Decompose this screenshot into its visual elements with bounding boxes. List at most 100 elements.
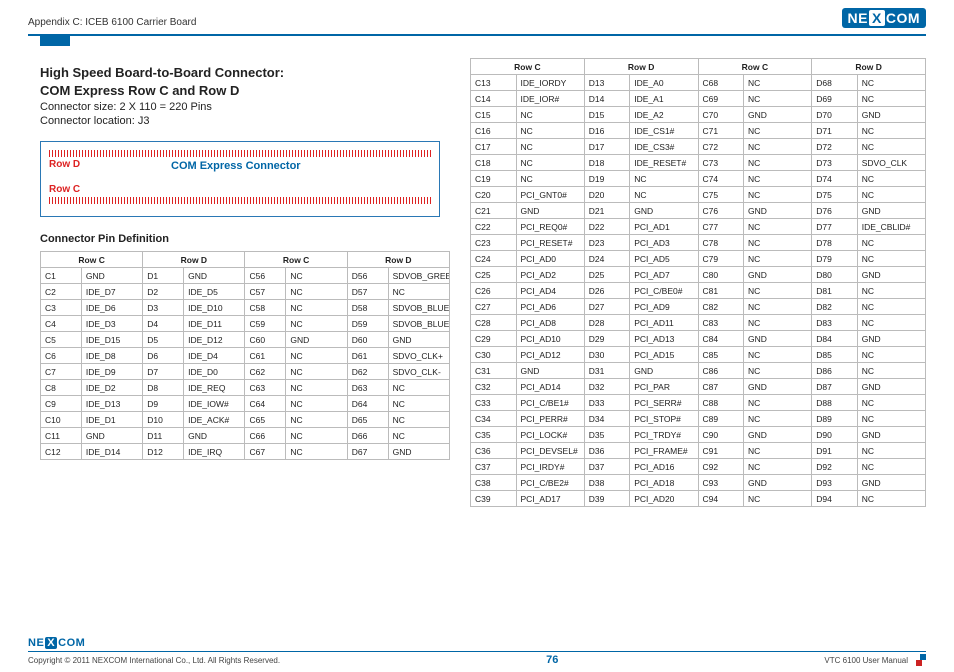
table-cell: D19: [584, 171, 630, 187]
table-cell: NC: [744, 363, 812, 379]
table-cell: GND: [744, 475, 812, 491]
table-row: C32PCI_AD14D32PCI_PARC87GNDD87GND: [471, 379, 926, 395]
table-row: C26PCI_AD4D26PCI_C/BE0#C81NCD81NC: [471, 283, 926, 299]
table-cell: C65: [245, 412, 286, 428]
table-cell: PCI_AD16: [630, 459, 698, 475]
table-cell: D72: [812, 139, 858, 155]
logo-part-left: NE: [848, 10, 868, 26]
table-cell: PCI_C/BE1#: [516, 395, 584, 411]
table-cell: PCI_AD12: [516, 347, 584, 363]
table-cell: D15: [584, 107, 630, 123]
footer-rule: [28, 651, 926, 653]
table-cell: D37: [584, 459, 630, 475]
table-cell: GND: [388, 444, 449, 460]
footer-logo-right: COM: [58, 637, 85, 649]
footer-logo-left: NE: [28, 637, 44, 649]
table-row: C16NCD16IDE_CS1#C71NCD71NC: [471, 123, 926, 139]
table-cell: C1: [41, 268, 82, 284]
table-cell: D6: [143, 348, 184, 364]
table-cell: PCI_AD10: [516, 331, 584, 347]
table-cell: C82: [698, 299, 744, 315]
table-row: C19NCD19NCC74NCD74NC: [471, 171, 926, 187]
table-cell: C78: [698, 235, 744, 251]
table-cell: NC: [286, 412, 347, 428]
table-cell: IDE_D4: [184, 348, 245, 364]
table-cell: C26: [471, 283, 517, 299]
table-cell: IDE_D9: [81, 364, 142, 380]
table-cell: D4: [143, 316, 184, 332]
footer-logo-x: X: [45, 637, 57, 649]
table-cell: NC: [744, 411, 812, 427]
table-cell: D59: [347, 316, 388, 332]
table-cell: D36: [584, 443, 630, 459]
table-cell: IDE_ACK#: [184, 412, 245, 428]
table-cell: IDE_D8: [81, 348, 142, 364]
table-cell: D69: [812, 91, 858, 107]
table-cell: C20: [471, 187, 517, 203]
table-cell: PCI_AD18: [630, 475, 698, 491]
table-cell: IDE_A2: [630, 107, 698, 123]
table-cell: D30: [584, 347, 630, 363]
table-cell: C24: [471, 251, 517, 267]
table-cell: C64: [245, 396, 286, 412]
table-cell: SDVOB_GREEN-: [388, 268, 449, 284]
table-cell: D7: [143, 364, 184, 380]
table-cell: C9: [41, 396, 82, 412]
table-cell: D83: [812, 315, 858, 331]
table-row: C13IDE_IORDYD13IDE_A0C68NCD68NC: [471, 75, 926, 91]
table-cell: C90: [698, 427, 744, 443]
table-cell: GND: [744, 107, 812, 123]
table-cell: D38: [584, 475, 630, 491]
table-cell: C32: [471, 379, 517, 395]
column-header: Row D: [584, 59, 698, 75]
table-cell: C73: [698, 155, 744, 171]
table-row: C7IDE_D9D7IDE_D0C62NCD62SDVO_CLK-: [41, 364, 450, 380]
table-cell: D20: [584, 187, 630, 203]
table-cell: SDVOB_BLUE+: [388, 300, 449, 316]
table-cell: NC: [857, 139, 925, 155]
table-cell: D26: [584, 283, 630, 299]
connector-size: Connector size: 2 X 110 = 220 Pins: [40, 101, 450, 113]
page-number: 76: [546, 654, 558, 666]
table-cell: PCI_AD3: [630, 235, 698, 251]
table-cell: PCI_AD5: [630, 251, 698, 267]
table-cell: NC: [857, 171, 925, 187]
table-cell: PCI_AD0: [516, 251, 584, 267]
table-cell: D56: [347, 268, 388, 284]
table-cell: D29: [584, 331, 630, 347]
table-cell: D8: [143, 380, 184, 396]
table-row: C9IDE_D13D9IDE_IOW#C64NCD64NC: [41, 396, 450, 412]
table-cell: NC: [286, 428, 347, 444]
table-cell: NC: [388, 284, 449, 300]
table-cell: NC: [516, 155, 584, 171]
table-cell: NC: [744, 459, 812, 475]
table-cell: D39: [584, 491, 630, 507]
table-cell: PCI_AD7: [630, 267, 698, 283]
table-row: C3IDE_D6D3IDE_D10C58NCD58SDVOB_BLUE+: [41, 300, 450, 316]
table-cell: D58: [347, 300, 388, 316]
table-cell: GND: [744, 267, 812, 283]
table-cell: PCI_AD11: [630, 315, 698, 331]
table-cell: NC: [516, 171, 584, 187]
table-cell: C57: [245, 284, 286, 300]
table-cell: IDE_D5: [184, 284, 245, 300]
table-cell: D33: [584, 395, 630, 411]
table-cell: NC: [388, 380, 449, 396]
table-cell: D3: [143, 300, 184, 316]
table-cell: C69: [698, 91, 744, 107]
table-cell: NC: [744, 187, 812, 203]
table-cell: IDE_D11: [184, 316, 245, 332]
column-header: Row C: [471, 59, 585, 75]
table-cell: C59: [245, 316, 286, 332]
table-cell: PCI_AD13: [630, 331, 698, 347]
table-cell: NC: [857, 491, 925, 507]
table-cell: C11: [41, 428, 82, 444]
table-row: C25PCI_AD2D25PCI_AD7C80GNDD80GND: [471, 267, 926, 283]
table-cell: C66: [245, 428, 286, 444]
table-cell: PCI_IRDY#: [516, 459, 584, 475]
table-row: C14IDE_IOR#D14IDE_A1C69NCD69NC: [471, 91, 926, 107]
table-cell: IDE_D14: [81, 444, 142, 460]
table-cell: C79: [698, 251, 744, 267]
table-cell: NC: [744, 91, 812, 107]
table-cell: D9: [143, 396, 184, 412]
